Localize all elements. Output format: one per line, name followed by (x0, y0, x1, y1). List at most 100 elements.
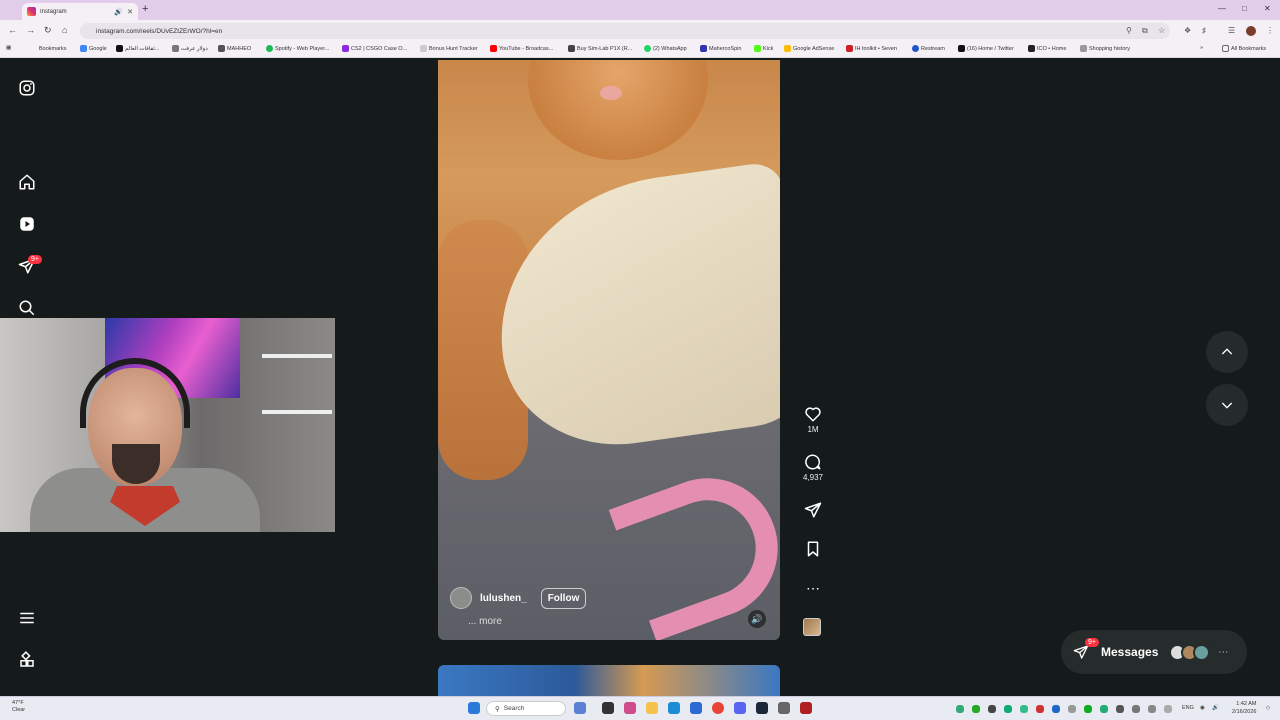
tray-icon[interactable] (1148, 705, 1156, 713)
next-reel-preview[interactable] (438, 665, 780, 696)
tray-icon[interactable] (972, 705, 980, 713)
all-bookmarks[interactable]: All Bookmarks (1222, 45, 1266, 52)
steam-icon[interactable] (756, 702, 768, 714)
bookmark-item[interactable]: CS2 | CSGO Case O... (342, 45, 407, 52)
reload-icon[interactable]: ↻ (44, 25, 52, 36)
bookmark-item[interactable]: Google AdSense (784, 45, 834, 52)
bookmark-item[interactable]: ثقافات العالم... (116, 45, 159, 52)
tray-icon[interactable] (1084, 705, 1092, 713)
tray-icon[interactable] (1004, 705, 1012, 713)
spotify-icon (266, 45, 273, 52)
minimize-icon[interactable]: — (1218, 4, 1226, 13)
apps-grid-icon[interactable]: ▦ (6, 45, 11, 51)
follow-button[interactable]: Follow (540, 587, 587, 609)
taskbar-clock[interactable]: 1:42 AM 2/16/2026 (1232, 700, 1256, 716)
app-icon[interactable] (624, 702, 636, 714)
more-options-icon[interactable]: ⋯ (800, 580, 826, 597)
browser-tab-instagram[interactable]: Instagram 🔊 ✕ (22, 3, 138, 20)
close-window-icon[interactable]: ✕ (1264, 4, 1271, 13)
extensions-icon[interactable]: ♯ (1202, 26, 1206, 35)
store-icon[interactable] (690, 702, 702, 714)
wifi-icon[interactable]: ◉ (1200, 705, 1205, 711)
star-icon[interactable]: ☆ (1158, 26, 1165, 35)
next-reel-button[interactable] (1206, 384, 1248, 426)
taskbar-search[interactable]: ⚲ Search (486, 701, 566, 716)
site-icon (342, 45, 349, 52)
zoom-icon[interactable]: ⚲ (1126, 26, 1132, 35)
bookmark-item[interactable]: Buy Sim-Lab P1X (R... (568, 45, 632, 52)
bookmark-item[interactable]: (2) WhatsApp (644, 45, 687, 52)
bookmark-item[interactable]: Kick (754, 45, 773, 52)
chrome-icon[interactable] (712, 702, 724, 714)
bookmark-item[interactable]: دولار عرفت (172, 45, 208, 52)
task-view-icon[interactable] (602, 702, 614, 714)
previous-reel-button[interactable] (1206, 331, 1248, 373)
edge-icon[interactable] (668, 702, 680, 714)
like-action[interactable]: 1M (800, 405, 826, 434)
bookmark-item[interactable]: MAHHEO (218, 45, 251, 52)
more-apps-icon[interactable] (17, 650, 37, 670)
messages-button[interactable]: 9+ Messages ⋯ (1061, 630, 1247, 674)
notifications-icon[interactable]: ◇ (1266, 705, 1270, 711)
tray-icon[interactable] (1068, 705, 1076, 713)
language-indicator[interactable]: ENG (1182, 705, 1194, 711)
tray-icon[interactable] (1116, 705, 1124, 713)
tray-icon[interactable] (1036, 705, 1044, 713)
menu-panel-icon[interactable]: ☰ (1228, 26, 1235, 35)
tray-icon[interactable] (956, 705, 964, 713)
kebab-menu-icon[interactable]: ⋮ (1266, 26, 1274, 35)
author-avatar[interactable] (450, 587, 472, 609)
bookmark-item[interactable]: Bookmarks (30, 45, 67, 52)
bookmark-item[interactable]: IH toolkit • Seven (846, 45, 897, 52)
volume-icon[interactable]: 🔊 (1212, 705, 1219, 711)
bookmark-item[interactable]: Bonus Hunt Tracker (420, 45, 478, 52)
comment-action[interactable]: 4,937 (800, 453, 826, 482)
tray-icon[interactable] (988, 705, 996, 713)
tray-icon[interactable] (1100, 705, 1108, 713)
back-icon[interactable]: ← (8, 25, 17, 35)
bookmark-item[interactable]: MahercoSpin (700, 45, 741, 52)
new-tab-button[interactable]: + (142, 3, 148, 15)
site-icon (700, 45, 707, 52)
reels-icon[interactable] (17, 214, 37, 234)
reel-video[interactable]: lulushen_ Follow ... more 🔊 (438, 60, 780, 640)
tray-icon[interactable] (1132, 705, 1140, 713)
instagram-logo-icon[interactable] (17, 78, 37, 98)
bookmark-item[interactable]: Google (80, 45, 107, 52)
search-icon[interactable] (17, 298, 37, 318)
install-app-icon[interactable]: ⧉ (1142, 26, 1148, 36)
windows-start-icon[interactable] (468, 702, 480, 714)
app-icon[interactable] (800, 702, 812, 714)
file-explorer-icon[interactable] (646, 702, 658, 714)
settings-icon[interactable] (778, 702, 790, 714)
weather-widget[interactable]: 47°F Clear (12, 700, 25, 714)
hamburger-menu-icon[interactable] (17, 608, 37, 628)
caption-more-link[interactable]: ... more (468, 616, 502, 627)
home-icon[interactable]: ⌂ (62, 25, 67, 35)
url-field[interactable]: instagram.com/reels/DUvEZtZErWO/?hl=en (80, 23, 1170, 39)
close-tab-icon[interactable]: ✕ (127, 8, 133, 16)
author-username[interactable]: lulushen_ (480, 593, 527, 604)
mute-icon[interactable]: 🔊 (748, 610, 766, 628)
bookmark-item[interactable]: (16) Home / Twitter (958, 45, 1014, 52)
maximize-icon[interactable]: □ (1242, 4, 1247, 13)
audio-thumbnail[interactable] (803, 618, 821, 636)
bookmark-item[interactable]: ICO • Home (1028, 45, 1066, 52)
bookmark-item[interactable]: Restream (912, 45, 945, 52)
speaker-icon[interactable]: 🔊 (114, 8, 123, 16)
bluetooth-icon[interactable] (1052, 705, 1060, 713)
more-bookmarks-icon[interactable]: » (1200, 45, 1203, 51)
discord-icon[interactable] (734, 702, 746, 714)
extension-voice-icon[interactable]: ❖ (1184, 26, 1191, 35)
share-action[interactable] (800, 501, 826, 519)
tray-icon[interactable] (1164, 705, 1172, 713)
bookmark-item[interactable]: Shopping history (1080, 45, 1130, 52)
home-icon[interactable] (17, 172, 37, 192)
profile-avatar[interactable] (1246, 26, 1256, 36)
tray-icon[interactable] (1020, 705, 1028, 713)
save-action[interactable] (800, 540, 826, 558)
bookmark-item[interactable]: Spotify - Web Player... (266, 45, 329, 52)
forward-icon[interactable]: → (26, 25, 35, 35)
bookmark-item[interactable]: YouTube - Broadcas... (490, 45, 553, 52)
copilot-icon[interactable] (574, 702, 586, 714)
